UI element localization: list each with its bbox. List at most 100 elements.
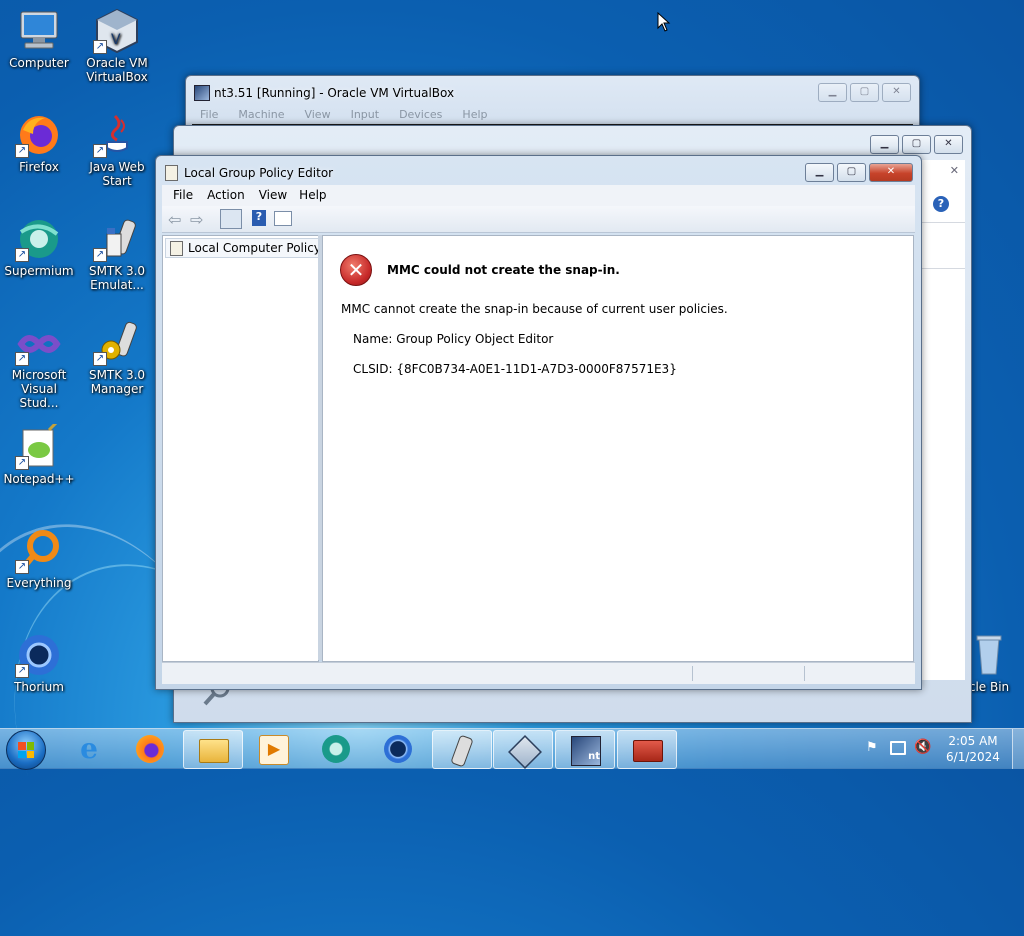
policy-document-icon bbox=[170, 241, 183, 256]
back-arrow-icon[interactable]: ⇦ bbox=[168, 210, 181, 229]
forward-arrow-icon[interactable]: ⇨ bbox=[190, 210, 203, 229]
help-book-icon[interactable]: ? bbox=[252, 210, 266, 226]
error-message: MMC cannot create the snap-in because of… bbox=[341, 302, 728, 316]
desktop-icon-supermium[interactable]: ↗ Supermium bbox=[0, 216, 78, 278]
policy-editor-statusbar bbox=[162, 662, 915, 684]
tree-item-local-computer-policy[interactable]: Local Computer Policy bbox=[165, 238, 325, 258]
taskbar: e ▶ nt ⚑ 🔇 2:05 AM 6/1/2024 bbox=[0, 728, 1024, 770]
system-clock[interactable]: 2:05 AM 6/1/2024 bbox=[940, 733, 1006, 765]
taskbar-button-supermium[interactable] bbox=[307, 730, 365, 767]
menu-machine[interactable]: Machine bbox=[238, 108, 284, 121]
taskbar-button-media-player[interactable]: ▶ bbox=[244, 730, 302, 767]
maximize-button[interactable]: ▢ bbox=[902, 135, 931, 154]
desktop-icon-smtk-manager[interactable]: ↗ SMTK 3.0 Manager bbox=[78, 320, 156, 396]
everything-search-icon: ↗ bbox=[15, 528, 63, 574]
menu-file[interactable]: File bbox=[200, 108, 218, 121]
desktop-icon-visual-studio[interactable]: ↗ Microsoft Visual Stud... bbox=[0, 320, 78, 410]
clock-date: 6/1/2024 bbox=[946, 750, 1000, 764]
desktop-icon-label: Everything bbox=[6, 576, 72, 590]
desktop-icon-label: SMTK 3.0 Manager bbox=[88, 368, 146, 396]
minimize-button[interactable]: ▁ bbox=[805, 163, 834, 182]
shortcut-arrow-icon: ↗ bbox=[15, 144, 29, 158]
shortcut-arrow-icon: ↗ bbox=[15, 352, 29, 366]
desktop-icon-label: Firefox bbox=[19, 160, 59, 174]
taskbar-button-windows-explorer[interactable] bbox=[183, 730, 243, 769]
firefox-icon bbox=[136, 735, 164, 763]
menu-devices[interactable]: Devices bbox=[399, 108, 442, 121]
desktop-icon-notepadpp[interactable]: ↗ Notepad++ bbox=[0, 418, 78, 486]
menu-input[interactable]: Input bbox=[351, 108, 379, 121]
background-dialog-caption-buttons: ▁ ▢ ✕ bbox=[870, 135, 963, 154]
taskbar-button-virtualbox[interactable] bbox=[493, 730, 553, 769]
snap-in-name: Name: Group Policy Object Editor bbox=[353, 332, 554, 346]
java-icon: ↗ bbox=[93, 112, 141, 158]
maximize-button[interactable]: ▢ bbox=[850, 83, 879, 102]
close-button[interactable]: ✕ bbox=[934, 135, 963, 154]
minimize-button[interactable]: ▁ bbox=[870, 135, 899, 154]
desktop-icon-label: Notepad++ bbox=[3, 472, 75, 486]
desktop-icon-java-web-start[interactable]: ↗ Java Web Start bbox=[78, 112, 156, 188]
smtk-manager-icon: ↗ bbox=[93, 320, 141, 366]
policy-editor-caption-buttons: ▁ ▢ ✕ bbox=[805, 163, 913, 182]
result-pane: ✕ MMC could not create the snap-in. MMC … bbox=[322, 235, 914, 662]
shortcut-arrow-icon: ↗ bbox=[93, 144, 107, 158]
thorium-icon bbox=[384, 735, 412, 763]
menu-help[interactable]: Help bbox=[462, 108, 487, 121]
toolbox-icon bbox=[633, 740, 663, 762]
visual-studio-icon: ↗ bbox=[15, 320, 63, 366]
menu-view[interactable]: View bbox=[304, 108, 330, 121]
minimize-button[interactable]: ▁ bbox=[818, 83, 847, 102]
show-hide-console-tree-icon[interactable] bbox=[220, 209, 242, 229]
menu-view[interactable]: View bbox=[253, 185, 295, 206]
shortcut-arrow-icon: ↗ bbox=[15, 456, 29, 470]
action-center-flag-icon[interactable]: ⚑ bbox=[866, 741, 880, 755]
shortcut-arrow-icon: ↗ bbox=[15, 560, 29, 574]
desktop-icon-everything[interactable]: ↗ Everything bbox=[0, 528, 78, 590]
taskbar-button-nt351[interactable]: nt bbox=[555, 730, 615, 769]
close-button[interactable]: ✕ bbox=[869, 163, 913, 182]
desktop-icon-virtualbox[interactable]: V ↗ Oracle VM VirtualBox bbox=[78, 8, 156, 84]
taskbar-button-firefox[interactable] bbox=[121, 730, 179, 767]
menu-action[interactable]: Action bbox=[203, 185, 253, 206]
menu-file[interactable]: File bbox=[162, 185, 203, 206]
close-button[interactable]: ✕ bbox=[882, 83, 911, 102]
desktop-icon-computer[interactable]: Computer bbox=[0, 8, 78, 70]
media-player-icon: ▶ bbox=[259, 735, 289, 765]
desktop-icon-label: Computer bbox=[9, 56, 69, 70]
menu-help[interactable]: Help bbox=[295, 185, 334, 206]
maximize-button[interactable]: ▢ bbox=[837, 163, 866, 182]
taskbar-button-smtk[interactable] bbox=[432, 730, 492, 769]
tree-item-label: Local Computer Policy bbox=[188, 241, 321, 255]
status-pane-divider bbox=[692, 666, 693, 681]
volume-muted-icon[interactable]: 🔇 bbox=[914, 739, 931, 755]
close-icon[interactable]: ✕ bbox=[950, 164, 959, 177]
group-policy-editor-window[interactable]: Local Group Policy Editor ▁ ▢ ✕ File Act… bbox=[155, 155, 922, 690]
start-button[interactable] bbox=[6, 730, 46, 770]
shortcut-arrow-icon: ↗ bbox=[93, 248, 107, 262]
supermium-icon: ↗ bbox=[15, 216, 63, 262]
policy-editor-title: Local Group Policy Editor bbox=[184, 166, 334, 180]
help-icon[interactable]: ? bbox=[933, 196, 949, 212]
console-tree-pane: Local Computer Policy bbox=[162, 235, 325, 662]
shortcut-arrow-icon: ↗ bbox=[15, 664, 29, 678]
desktop-icon-smtk-emulator[interactable]: ↗ SMTK 3.0 Emulat... bbox=[78, 216, 156, 292]
status-pane-divider bbox=[804, 666, 805, 681]
clock-time: 2:05 AM bbox=[948, 734, 998, 748]
desktop-icon-thorium[interactable]: ↗ Thorium bbox=[0, 632, 78, 694]
thorium-icon: ↗ bbox=[15, 632, 63, 678]
computer-icon bbox=[15, 8, 63, 54]
policy-editor-toolbar: ⇦ ⇨ ? bbox=[162, 206, 915, 233]
desktop-icon-firefox[interactable]: ↗ Firefox bbox=[0, 112, 78, 174]
network-icon[interactable] bbox=[890, 741, 906, 755]
supermium-icon bbox=[322, 735, 350, 763]
show-desktop-button[interactable] bbox=[1012, 729, 1024, 769]
snap-in-clsid: CLSID: {8FC0B734-A0E1-11D1-A7D3-0000F875… bbox=[353, 362, 677, 376]
show-action-pane-icon[interactable] bbox=[274, 211, 292, 226]
shortcut-arrow-icon: ↗ bbox=[15, 248, 29, 262]
mouse-cursor-icon bbox=[657, 11, 671, 35]
virtualbox-caption-buttons: ▁ ▢ ✕ bbox=[818, 83, 911, 102]
taskbar-button-toolbox[interactable] bbox=[617, 730, 677, 769]
virtualbox-icon: V ↗ bbox=[93, 8, 141, 54]
taskbar-button-internet-explorer[interactable]: e bbox=[60, 730, 118, 767]
taskbar-button-thorium[interactable] bbox=[369, 730, 427, 767]
